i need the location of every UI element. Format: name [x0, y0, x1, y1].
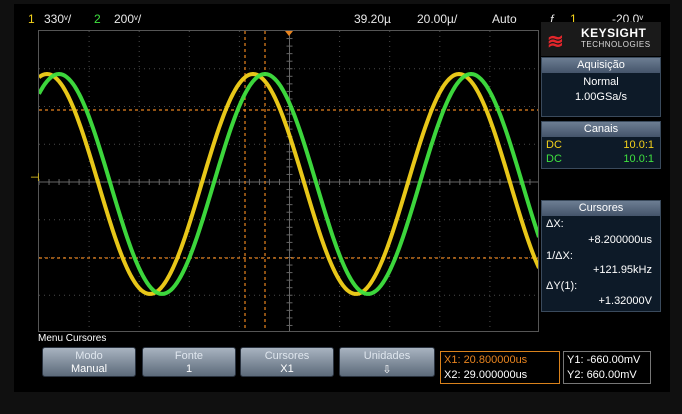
inv-delta-x-label: 1/ΔX: — [546, 250, 573, 262]
softkey-units[interactable]: Unidades ⇩ — [339, 347, 435, 377]
acquisition-mode: Normal — [583, 76, 619, 88]
arrow-down-icon: ⇩ — [382, 364, 392, 376]
acquisition-panel[interactable]: Aquisição Normal 1.00GSa/s — [541, 57, 661, 117]
channels-title: Canais — [542, 122, 660, 137]
channel-ground-marker-icon: ⊣ — [30, 172, 40, 184]
keysight-logo: ≋ KEYSIGHT TECHNOLOGIES — [541, 22, 661, 56]
softkey-cursors[interactable]: Cursores X1 — [240, 347, 334, 377]
keysight-wave-logo-icon: ≋ — [547, 31, 564, 53]
waveform-display[interactable] — [38, 30, 539, 332]
softkey-units-label: Unidades — [363, 350, 411, 362]
acquisition-title: Aquisição — [542, 58, 660, 73]
ch1-probe: 10.0:1 — [623, 139, 654, 151]
delta-x-label: ΔX: — [546, 218, 564, 230]
cursor-x2-value: X2: 29.000000us — [444, 369, 528, 381]
cursor-x1-value: X1: 20.800000us — [444, 354, 528, 366]
waveform-plot — [39, 31, 538, 331]
softkey-source-value: 1 — [185, 363, 193, 375]
cursors-panel[interactable]: Cursores ΔX: +8.200000us 1/ΔX: +121.95kH… — [541, 200, 661, 312]
ch1-scale[interactable]: 330ᵛ/ — [44, 12, 71, 26]
trigger-position-marker — [285, 31, 293, 36]
softkey-mode[interactable]: Modo Manual — [42, 347, 136, 377]
ch1-number[interactable]: 1 — [28, 12, 35, 26]
logo-brand: KEYSIGHT — [581, 26, 647, 40]
channels-panel[interactable]: Canais DC 10.0:1 DC 10.0:1 — [541, 121, 661, 169]
menu-title: Menu Cursores — [38, 333, 107, 344]
delta-y-label: ΔY(1): — [546, 280, 578, 292]
ch1-coupling: DC — [546, 139, 562, 151]
cursors-title: Cursores — [542, 201, 660, 216]
horizontal-delay[interactable]: 39.20µ — [354, 12, 391, 26]
inv-delta-x-value: +121.95kHz — [592, 264, 652, 276]
cursor-y1-value: Y1: -660.00mV — [567, 354, 641, 366]
ch2-probe: 10.0:1 — [623, 153, 654, 165]
ch2-coupling: DC — [546, 153, 562, 165]
softkey-cursors-value: X1 — [280, 363, 294, 375]
delta-y-value: +1.32000V — [598, 295, 652, 307]
softkey-source-label: Fonte — [174, 350, 204, 362]
cursor-y2-value: Y2: 660.00mV — [567, 369, 637, 381]
trigger-mode[interactable]: Auto — [492, 12, 517, 26]
softkey-cursors-label: Cursores — [264, 350, 310, 362]
cursor-x-readout[interactable]: X1: 20.800000us X2: 29.000000us — [440, 351, 560, 384]
softkey-source[interactable]: Fonte 1 — [142, 347, 236, 377]
timebase[interactable]: 20.00µ/ — [417, 12, 457, 26]
softkey-mode-label: Modo — [75, 350, 103, 362]
logo-sub: TECHNOLOGIES — [581, 40, 651, 49]
cursor-y-readout[interactable]: Y1: -660.00mV Y2: 660.00mV — [563, 351, 651, 384]
delta-x-value: +8.200000us — [588, 234, 652, 246]
ch2-scale[interactable]: 200ᵛ/ — [114, 12, 141, 26]
sample-rate: 1.00GSa/s — [575, 91, 627, 103]
softkey-mode-value: Manual — [70, 363, 108, 375]
ch2-number[interactable]: 2 — [94, 12, 101, 26]
